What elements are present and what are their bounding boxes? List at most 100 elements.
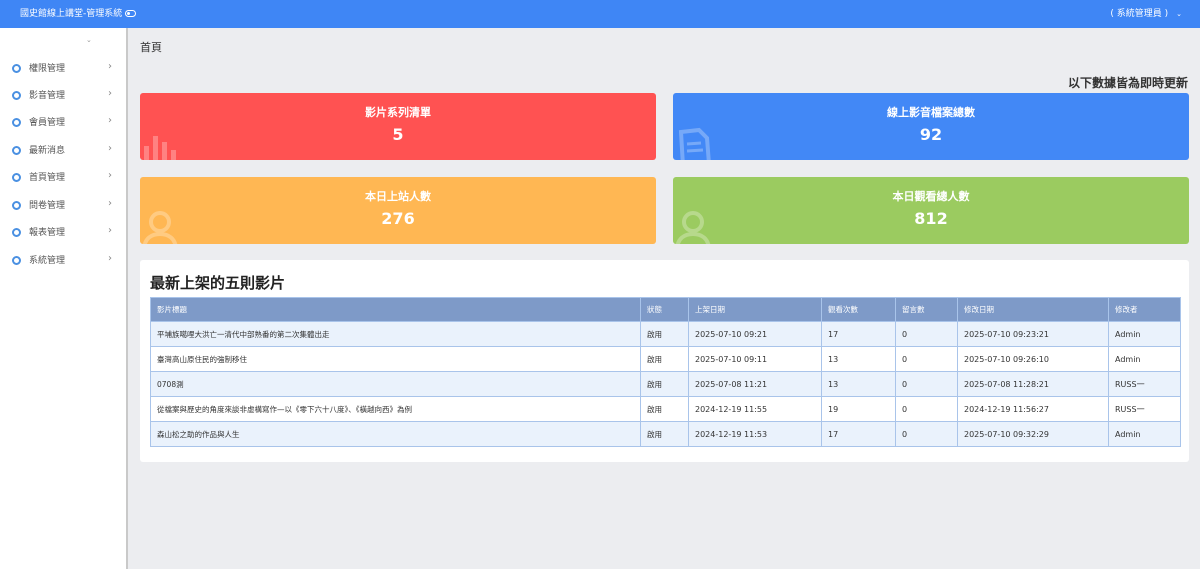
chevron-right-icon: › (108, 253, 112, 264)
chevron-right-icon: › (108, 88, 112, 99)
sidebar-item-media[interactable]: 影音管理 › (0, 82, 126, 109)
panel-title: 最新上架的五則影片 (150, 274, 286, 292)
modified-cell: 2025-07-08 11:28:21 (957, 371, 1109, 397)
sidebar-item-permissions[interactable]: 權限管理 › (0, 55, 126, 82)
stat-label: 本日觀看總人數 (892, 190, 970, 203)
status-cell: 啟用 (640, 396, 689, 422)
status-cell: 啟用 (640, 421, 689, 447)
chevron-down-icon: ⌄ (1176, 10, 1182, 18)
editor-cell: RUSS一 (1108, 396, 1181, 422)
editor-cell: RUSS一 (1108, 371, 1181, 397)
table-row[interactable]: 森山松之助的作品與人生 啟用 2024-12-19 11:53 17 0 202… (150, 421, 1181, 447)
app-title-text: 國史館線上講堂-管理系統 (20, 9, 123, 19)
gear-icon (12, 173, 21, 182)
gear-icon (12, 146, 21, 155)
views-cell: 19 (821, 396, 896, 422)
comments-cell: 0 (895, 321, 958, 347)
comments-cell: 0 (895, 371, 958, 397)
stat-value: 276 (381, 209, 415, 228)
chevron-right-icon: › (108, 198, 112, 209)
stat-card-visitors[interactable]: 本日上站人數 276 (140, 177, 656, 244)
stat-label: 本日上站人數 (365, 190, 431, 203)
modified-cell: 2025-07-10 09:23:21 (957, 321, 1109, 347)
stat-label: 線上影音檔案總數 (887, 106, 975, 119)
stat-value: 92 (919, 125, 943, 144)
comments-cell: 0 (895, 346, 958, 372)
sidebar-item-news[interactable]: 最新消息 › (0, 137, 126, 164)
sidebar-item-surveys[interactable]: 問卷管理 › (0, 192, 126, 219)
column-header[interactable]: 觀看次數 (821, 297, 896, 322)
sidebar-item-system[interactable]: 系統管理 › (0, 247, 126, 274)
stat-card-series[interactable]: 影片系列清單 5 (140, 93, 656, 160)
chevron-right-icon: › (108, 115, 112, 126)
comments-cell: 0 (895, 421, 958, 447)
chevron-right-icon: › (108, 170, 112, 181)
sidebar-item-members[interactable]: 會員管理 › (0, 109, 126, 136)
comments-cell: 0 (895, 396, 958, 422)
gear-icon (12, 64, 21, 73)
video-title-cell: 平埔族噶哩大洪亡一清代中部熟番的第二次集體出走 (150, 321, 641, 347)
chevron-right-icon: › (108, 143, 112, 154)
chevron-right-icon: › (108, 61, 112, 72)
stat-card-viewers[interactable]: 本日觀看總人數 812 (673, 177, 1189, 244)
sidebar-item-homepage[interactable]: 首頁管理 › (0, 164, 126, 191)
user-menu[interactable]: ( 系統管理員 ) ⌄ (1110, 8, 1182, 20)
column-header[interactable]: 修改者 (1108, 297, 1181, 322)
table-row[interactable]: 從檔案與歷史的角度來談非虛構寫作—以《零下六十八度》、《橫越向西》為例 啟用 2… (150, 396, 1181, 422)
published-cell: 2025-07-08 11:21 (688, 371, 822, 397)
published-cell: 2025-07-10 09:21 (688, 321, 822, 347)
realtime-note: 以下數據皆為即時更新 (1067, 76, 1188, 90)
latest-videos-table: 影片標題 狀態 上架日期 觀看次數 留言數 修改日期 修改者 平埔族噶哩大洪亡一… (150, 297, 1181, 447)
column-header[interactable]: 影片標題 (150, 297, 641, 322)
video-title-cell: 臺灣高山原住民的強制移住 (150, 346, 641, 372)
views-cell: 17 (821, 321, 896, 347)
published-cell: 2025-07-10 09:11 (688, 346, 822, 372)
top-bar: 國史館線上講堂-管理系統 ( 系統管理員 ) ⌄ (0, 0, 1200, 28)
editor-cell: Admin (1108, 346, 1181, 372)
views-cell: 17 (821, 421, 896, 447)
stat-card-files[interactable]: 線上影音檔案總數 92 (673, 93, 1189, 160)
sidebar-item-label: 報表管理 (29, 228, 66, 238)
gear-icon (12, 91, 21, 100)
status-cell: 啟用 (640, 321, 689, 347)
gear-icon (12, 118, 21, 127)
table-header-row: 影片標題 狀態 上架日期 觀看次數 留言數 修改日期 修改者 (150, 297, 1181, 322)
gear-icon (12, 256, 21, 265)
sidebar-item-reports[interactable]: 報表管理 › (0, 219, 126, 246)
sidebar-item-label: 會員管理 (29, 118, 66, 128)
chevron-right-icon: › (108, 225, 112, 236)
table-row[interactable]: 臺灣高山原住民的強制移住 啟用 2025-07-10 09:11 13 0 20… (150, 346, 1181, 372)
status-cell: 啟用 (640, 371, 689, 397)
sidebar-item-label: 首頁管理 (29, 173, 66, 183)
sidebar: ⌄ 權限管理 › 影音管理 › 會員管理 › 最新消息 › 首頁管理 › 問卷管… (0, 28, 128, 569)
column-header[interactable]: 修改日期 (957, 297, 1109, 322)
editor-cell: Admin (1108, 321, 1181, 347)
column-header[interactable]: 上架日期 (688, 297, 822, 322)
user-role-label: ( 系統管理員 ) (1110, 9, 1169, 19)
gear-icon (12, 201, 21, 210)
views-cell: 13 (821, 371, 896, 397)
published-cell: 2024-12-19 11:53 (688, 421, 822, 447)
column-header[interactable]: 狀態 (640, 297, 689, 322)
collapse-chevron-icon[interactable]: ⌄ (86, 36, 92, 44)
breadcrumb: 首頁 (140, 41, 162, 54)
table-row[interactable]: 0708測 啟用 2025-07-08 11:21 13 0 2025-07-0… (150, 371, 1181, 397)
column-header[interactable]: 留言數 (895, 297, 958, 322)
sidebar-item-label: 權限管理 (29, 64, 66, 74)
published-cell: 2024-12-19 11:55 (688, 396, 822, 422)
editor-cell: Admin (1108, 421, 1181, 447)
video-title-cell: 0708測 (150, 371, 641, 397)
stat-value: 5 (392, 125, 404, 144)
theme-toggle-icon[interactable] (125, 10, 137, 17)
modified-cell: 2025-07-10 09:26:10 (957, 346, 1109, 372)
status-cell: 啟用 (640, 346, 689, 372)
stat-value: 812 (914, 209, 948, 228)
modified-cell: 2024-12-19 11:56:27 (957, 396, 1109, 422)
table-row[interactable]: 平埔族噶哩大洪亡一清代中部熟番的第二次集體出走 啟用 2025-07-10 09… (150, 321, 1181, 347)
sidebar-item-label: 系統管理 (29, 256, 66, 266)
sidebar-item-label: 問卷管理 (29, 201, 66, 211)
sidebar-item-label: 影音管理 (29, 91, 66, 101)
video-title-cell: 森山松之助的作品與人生 (150, 421, 641, 447)
app-title[interactable]: 國史館線上講堂-管理系統 (20, 8, 137, 20)
sidebar-item-label: 最新消息 (29, 146, 66, 156)
